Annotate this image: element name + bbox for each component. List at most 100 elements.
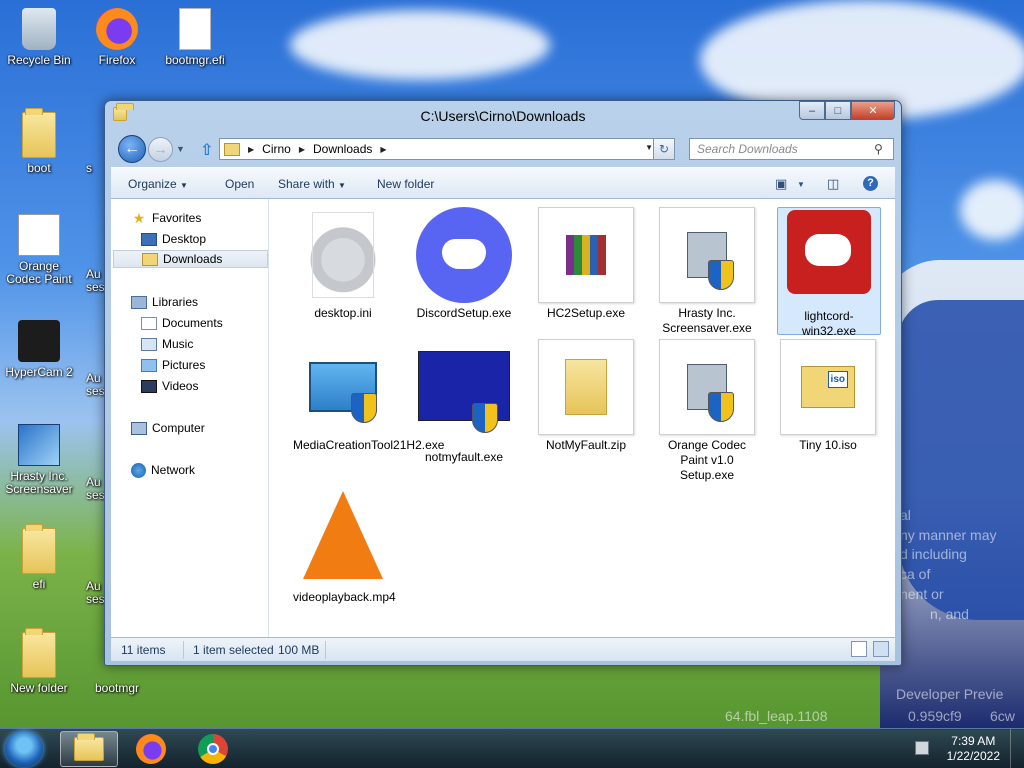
breadcrumb-cirno[interactable]: Cirno	[262, 142, 291, 156]
nav-downloads[interactable]: Downloads	[113, 250, 268, 268]
file-item[interactable]: HC2Setup.exe	[536, 207, 636, 321]
organize-label: Organize	[128, 177, 177, 191]
file-item[interactable]: Orange Codec Paint v1.0 Setup.exe	[657, 339, 757, 483]
desktop-icon-hrasty-screensaver[interactable]: Hrasty Inc. Screensaver	[0, 424, 78, 496]
share-with-button[interactable]: Share with ▼	[278, 177, 346, 191]
desktop-icon-recycle-bin[interactable]: Recycle Bin	[0, 8, 78, 67]
large-icons-view-button[interactable]	[873, 641, 889, 657]
help-icon[interactable]: ?	[863, 176, 878, 191]
taskbar-chrome-button[interactable]	[184, 731, 242, 767]
desktop-icon-label: Hrasty Inc. Screensaver	[5, 469, 73, 496]
desktop-icon-label: Au	[86, 371, 101, 385]
chevron-right-icon[interactable]: ▶	[248, 145, 254, 154]
chevron-down-icon[interactable]: ▼	[797, 180, 805, 189]
explorer-window[interactable]: C:\Users\Cirno\Downloads – □ ✕ ← → ▼ ⇧ ▶…	[104, 100, 902, 666]
change-view-icon[interactable]: ▣	[775, 176, 787, 192]
open-button[interactable]: Open	[225, 177, 254, 191]
close-button[interactable]: ✕	[851, 101, 895, 120]
nav-label: Libraries	[152, 295, 199, 309]
search-icon[interactable]: ⚲	[874, 142, 896, 156]
navigation-bar: ← → ▼ ⇧ ▶ Cirno ▶ Downloads ▶ ▼ ↻ Search…	[105, 132, 901, 166]
show-desktop-button[interactable]	[1010, 729, 1024, 768]
desktop-icon-label: New folder	[10, 681, 68, 695]
breadcrumb-downloads[interactable]: Downloads	[313, 142, 372, 156]
chevron-down-icon: ▼	[180, 181, 188, 190]
desktop-icon-hypercam[interactable]: HyperCam 2	[0, 320, 78, 379]
file-item[interactable]: notmyfault.exe	[414, 339, 514, 465]
file-item[interactable]: videoplayback.mp4	[293, 487, 396, 605]
desktop-icon-orange-codec-paint[interactable]: Orange Codec Paint	[0, 214, 78, 286]
wallpaper-text: 64.fbl_leap.1108	[725, 708, 828, 724]
firefox-icon	[136, 734, 166, 764]
wallpaper-text: nent or	[900, 586, 944, 602]
file-item[interactable]: iso Tiny 10.iso	[778, 339, 878, 453]
minimize-button[interactable]: –	[799, 101, 825, 120]
wallpaper-text: n, and	[930, 606, 969, 622]
file-item-selected[interactable]: lightcord-win32.exe	[777, 207, 881, 338]
winrar-installer-icon	[538, 207, 634, 303]
paint-icon	[18, 214, 60, 256]
file-name: DiscordSetup.exe	[416, 306, 512, 320]
maximize-button[interactable]: □	[825, 101, 851, 120]
wallpaper-text: ca of	[900, 566, 931, 582]
pictures-icon	[141, 358, 157, 372]
new-folder-button[interactable]: New folder	[377, 177, 434, 191]
notmyfault-icon	[416, 351, 512, 447]
title-bar[interactable]: C:\Users\Cirno\Downloads – □ ✕	[105, 101, 901, 131]
file-item[interactable]: Hrasty Inc. Screensaver.exe	[657, 207, 757, 336]
nav-label: Desktop	[162, 232, 207, 246]
preview-pane-icon[interactable]: ◫	[827, 176, 839, 192]
nav-favorites[interactable]: ★ Favorites	[131, 209, 202, 227]
nav-music[interactable]: Music	[141, 335, 193, 353]
wallpaper-cloud	[290, 10, 550, 80]
back-button[interactable]: ←	[118, 135, 146, 163]
desktop-icon-boot[interactable]: boot	[0, 108, 78, 175]
up-arrow-icon[interactable]: ⇧	[200, 140, 213, 160]
nav-pictures[interactable]: Pictures	[141, 356, 205, 374]
action-center-flag-icon[interactable]	[915, 741, 929, 755]
selection-size: 100 MB	[278, 643, 320, 657]
wallpaper-text: 6cw	[990, 708, 1015, 724]
desktop-icon-label: Au	[86, 579, 101, 593]
nav-label: Computer	[152, 421, 205, 435]
address-bar[interactable]: ▶ Cirno ▶ Downloads ▶ ▼	[219, 138, 658, 160]
chevron-right-icon[interactable]: ▶	[380, 145, 386, 154]
start-button[interactable]	[5, 731, 43, 767]
file-item[interactable]: NotMyFault.zip	[536, 339, 636, 453]
chevron-down-icon[interactable]: ▼	[645, 143, 653, 152]
desktop-icon-efi[interactable]: efi	[0, 524, 78, 591]
discord-icon	[416, 207, 512, 303]
taskbar-firefox-button[interactable]	[122, 731, 180, 767]
file-name: HC2Setup.exe	[546, 306, 626, 320]
details-view-button[interactable]	[851, 641, 867, 657]
wallpaper-cloud	[960, 180, 1024, 240]
file-item[interactable]: DiscordSetup.exe	[414, 207, 514, 321]
nav-libraries[interactable]: Libraries	[131, 293, 198, 311]
nav-label: Favorites	[152, 211, 202, 225]
desktop-icon-partial[interactable]: s	[86, 162, 106, 175]
taskbar-explorer-button[interactable]	[60, 731, 118, 767]
chevron-down-icon: ▼	[338, 181, 346, 190]
file-item[interactable]: desktop.ini	[293, 207, 393, 321]
share-with-label: Share with	[278, 177, 335, 191]
nav-videos[interactable]: Videos	[141, 377, 198, 395]
folder-icon	[22, 524, 56, 574]
wallpaper-text: d including	[900, 546, 967, 562]
nav-desktop[interactable]: Desktop	[141, 230, 206, 248]
media-creation-tool-icon	[295, 339, 391, 435]
refresh-button[interactable]: ↻	[653, 138, 675, 160]
search-input[interactable]: Search Downloads	[689, 138, 894, 160]
nav-network[interactable]: Network	[131, 461, 195, 479]
desktop-icon-label: HyperCam 2	[5, 365, 73, 379]
recent-pages-dropdown[interactable]: ▼	[176, 144, 185, 154]
desktop-icon-firefox[interactable]: Firefox	[78, 8, 156, 67]
organize-button[interactable]: Organize ▼	[128, 177, 188, 191]
nav-documents[interactable]: Documents	[141, 314, 223, 332]
desktop-icon-bootmgr-efi[interactable]: bootmgr.efi	[156, 8, 234, 67]
chevron-right-icon[interactable]: ▶	[299, 145, 305, 154]
clock[interactable]: 7:39 AM 1/22/2022	[947, 734, 1000, 764]
forward-button[interactable]: →	[148, 137, 173, 162]
desktop-icon-new-folder[interactable]: New folder	[0, 628, 78, 695]
nav-computer[interactable]: Computer	[131, 419, 205, 437]
file-item[interactable]: MediaCreationTool21H2.exe	[293, 339, 444, 453]
